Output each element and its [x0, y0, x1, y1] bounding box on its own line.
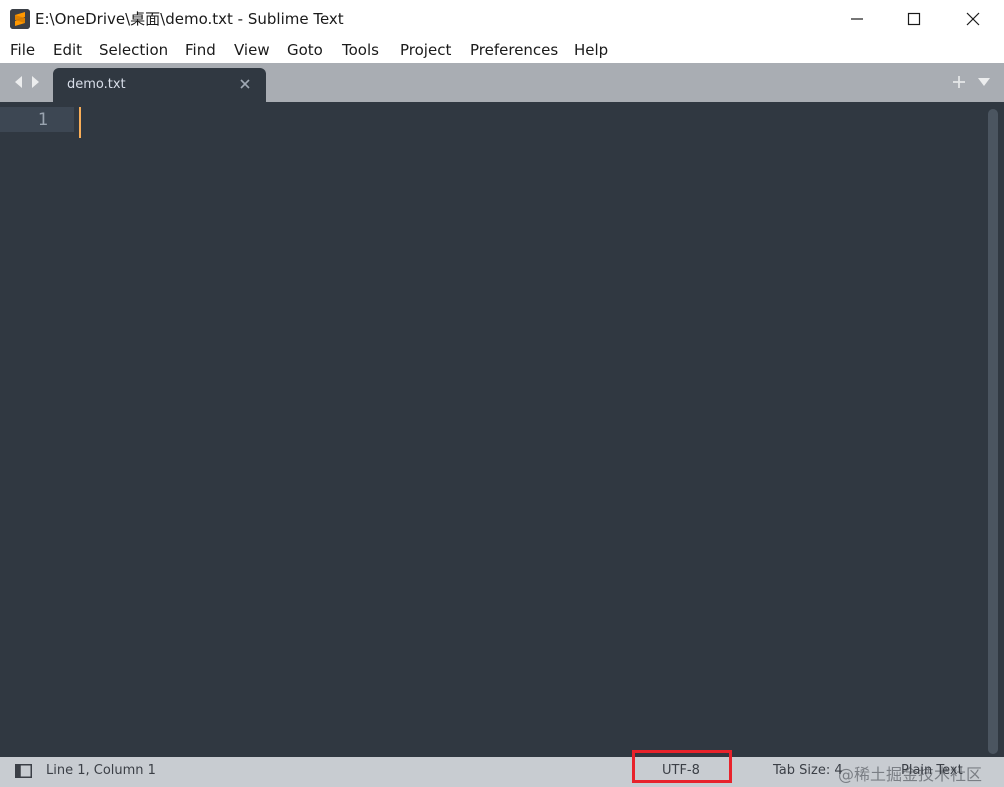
close-tab-icon[interactable]: [237, 76, 253, 92]
menu-edit[interactable]: Edit: [53, 41, 82, 59]
arrow-right-icon[interactable]: [31, 75, 41, 89]
tab-demo-txt[interactable]: demo.txt: [53, 68, 266, 102]
minimize-button[interactable]: [828, 0, 886, 38]
panel-toggle-icon[interactable]: [15, 764, 32, 778]
menu-find[interactable]: Find: [185, 41, 216, 59]
watermark: @稀土掘金技术社区: [838, 765, 983, 784]
tab-bar: demo.txt: [0, 63, 1004, 102]
line-number: 1: [37, 110, 48, 130]
minimize-icon: [851, 18, 863, 20]
menu-bar: File Edit Selection Find View Goto Tools…: [0, 38, 1004, 63]
cursor-position: Line 1, Column 1: [46, 763, 156, 778]
vertical-scrollbar[interactable]: [988, 109, 998, 754]
text-caret: [79, 107, 81, 138]
window-title: E:\OneDrive\桌面\demo.txt - Sublime Text: [35, 10, 344, 28]
sublime-text-icon: [10, 9, 30, 29]
scrollbar-thumb[interactable]: [988, 109, 998, 754]
editor-area[interactable]: 1: [0, 102, 1004, 757]
menu-project[interactable]: Project: [400, 41, 451, 59]
encoding-highlight-box: [632, 750, 732, 783]
menu-preferences[interactable]: Preferences: [470, 41, 558, 59]
plus-icon[interactable]: [951, 74, 967, 90]
close-window-button[interactable]: [944, 0, 1002, 38]
tab-label: demo.txt: [67, 77, 126, 92]
arrow-left-icon[interactable]: [13, 75, 23, 89]
menu-tools[interactable]: Tools: [342, 41, 379, 59]
chevron-down-icon[interactable]: [977, 77, 991, 87]
gutter-active-line: 1: [0, 107, 74, 132]
close-icon: [966, 12, 980, 26]
title-bar: E:\OneDrive\桌面\demo.txt - Sublime Text: [0, 0, 1004, 38]
menu-help[interactable]: Help: [574, 41, 608, 59]
tab-size-indicator[interactable]: Tab Size: 4: [773, 763, 843, 778]
menu-goto[interactable]: Goto: [287, 41, 323, 59]
maximize-icon: [907, 12, 921, 26]
menu-selection[interactable]: Selection: [99, 41, 168, 59]
menu-view[interactable]: View: [234, 41, 270, 59]
menu-file[interactable]: File: [10, 41, 35, 59]
maximize-button[interactable]: [885, 0, 943, 38]
